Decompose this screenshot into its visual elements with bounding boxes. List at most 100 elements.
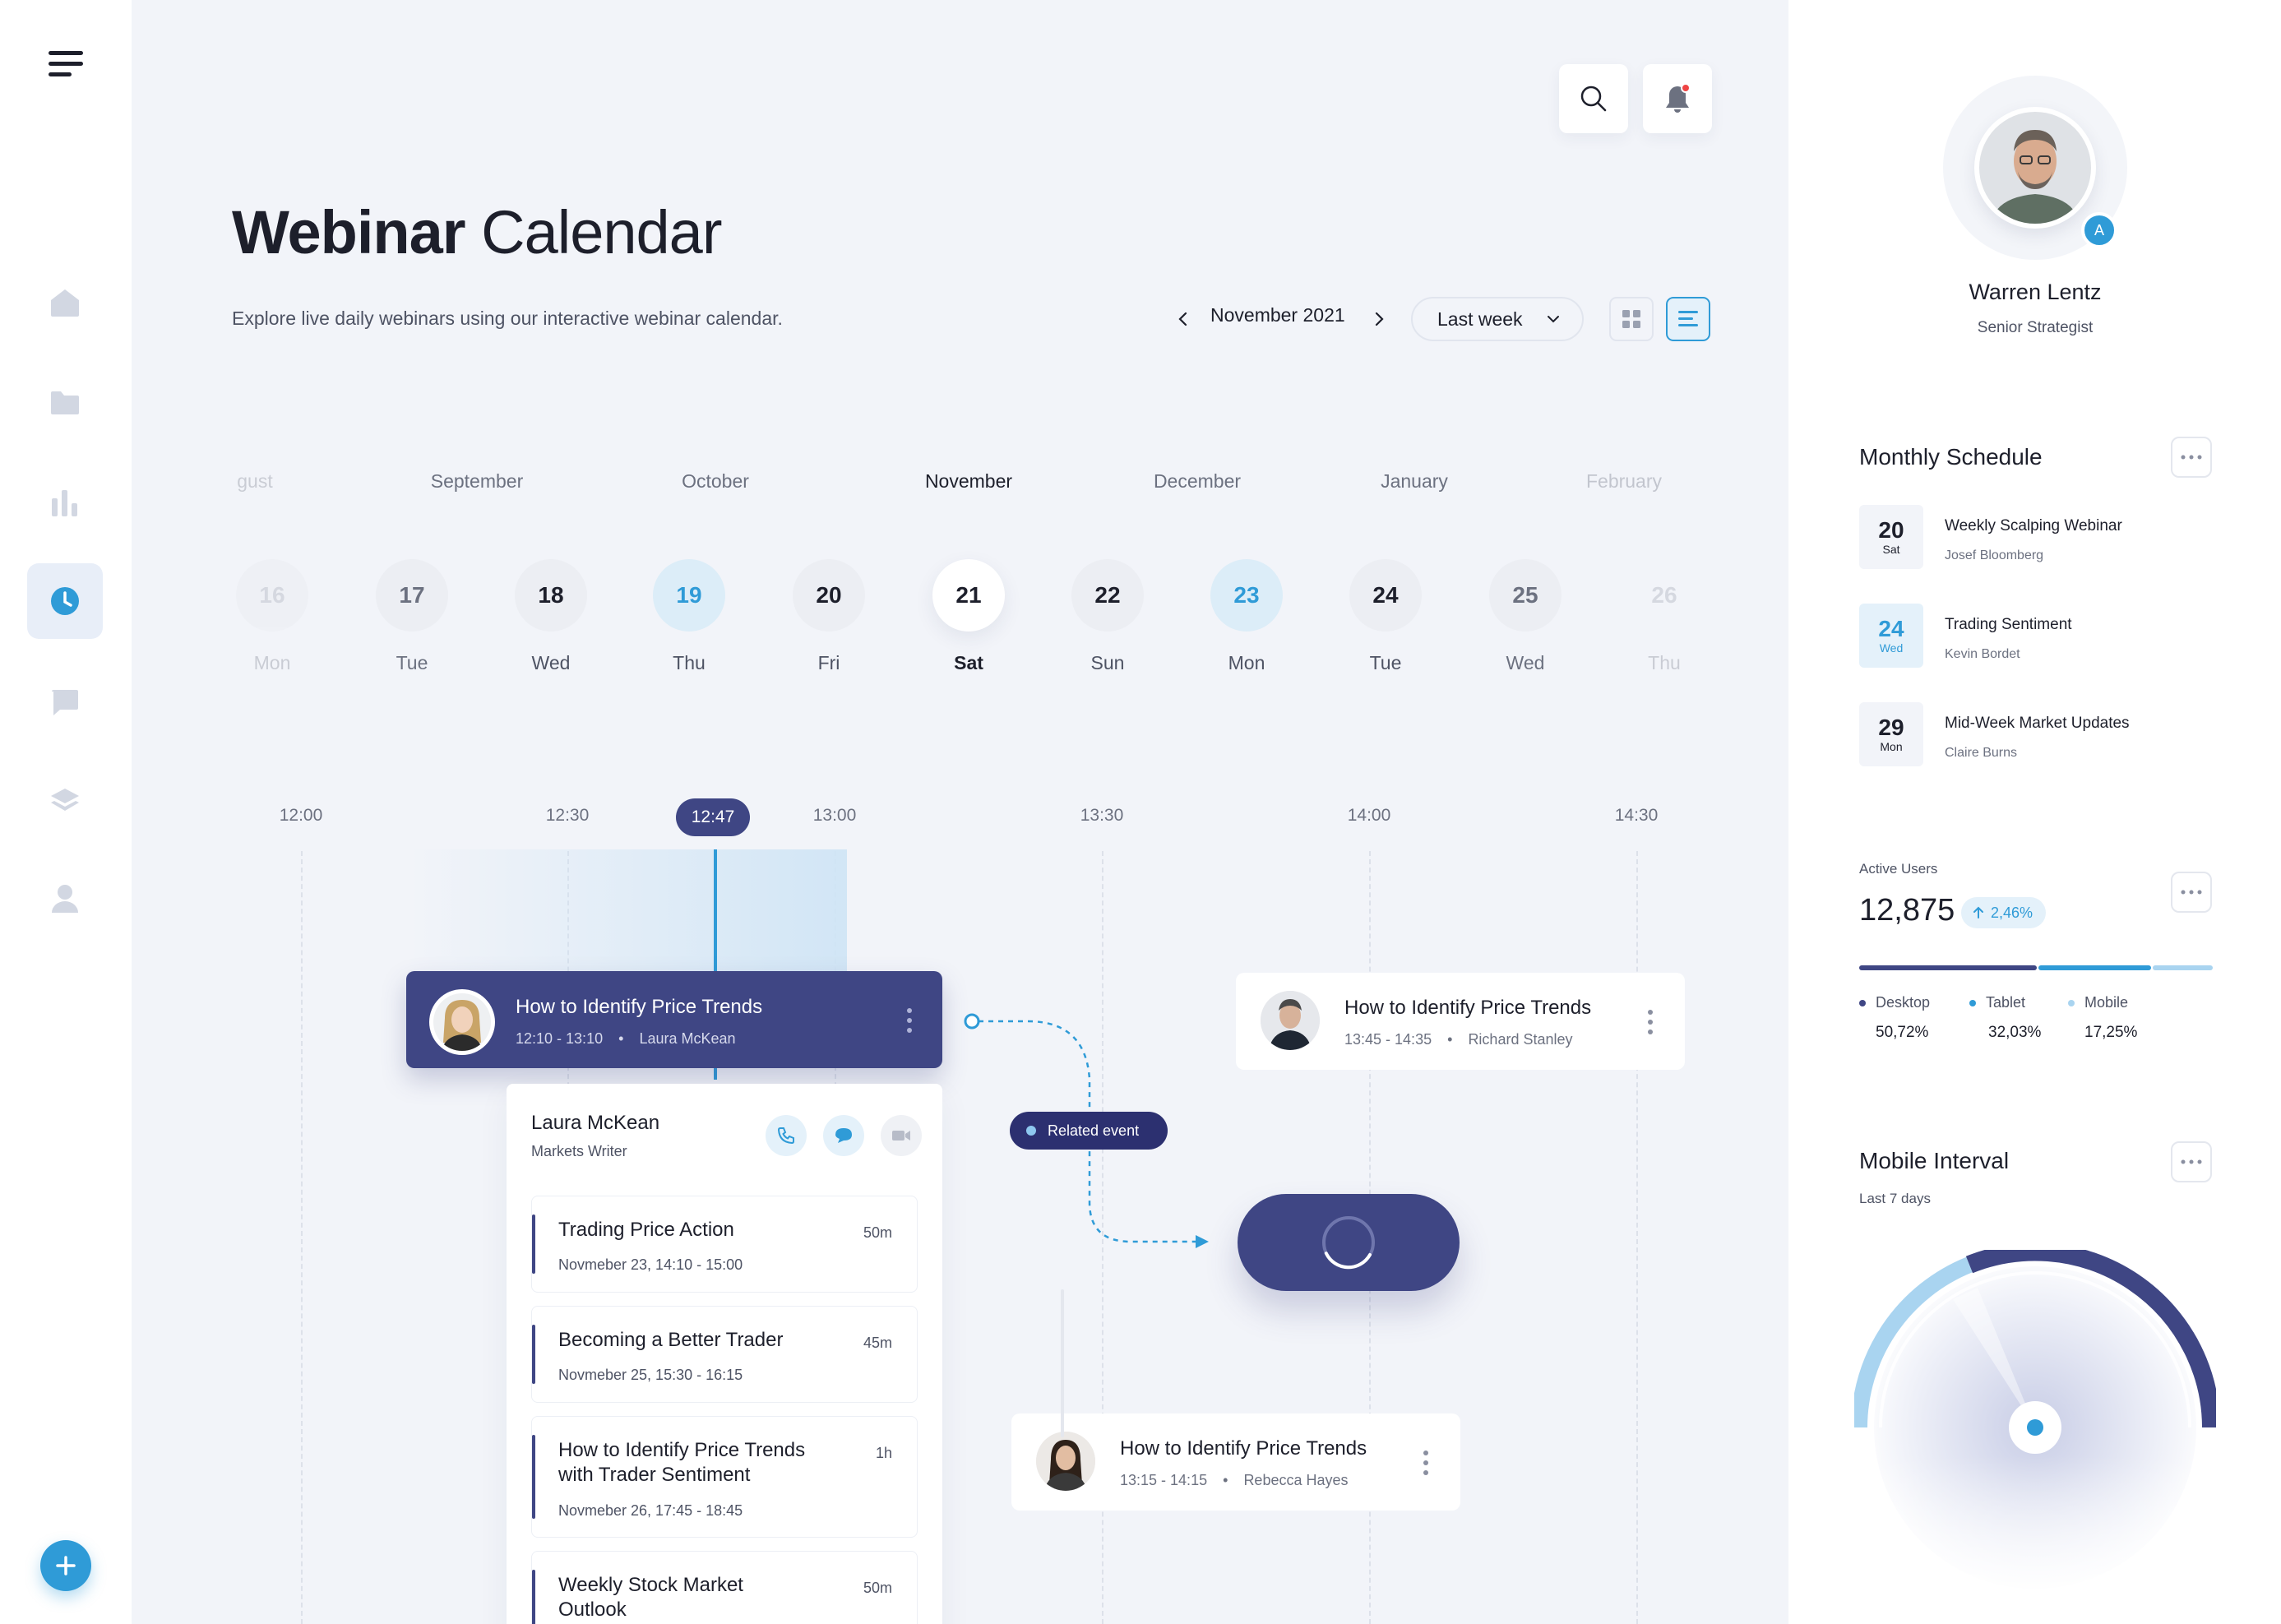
grid-view-button[interactable] <box>1609 297 1654 341</box>
list-item[interactable]: How to Identify Price Trends with Trader… <box>531 1416 918 1538</box>
accent-bar <box>532 1215 535 1274</box>
day-button[interactable]: 25 <box>1489 559 1562 632</box>
list-view-button[interactable] <box>1666 297 1710 341</box>
nav-home[interactable] <box>27 265 103 340</box>
day-button[interactable]: 16 <box>236 559 308 632</box>
more-options-button[interactable] <box>2171 872 2212 913</box>
month-label[interactable]: January <box>1381 470 1448 493</box>
next-month-button[interactable] <box>1367 307 1391 331</box>
event-card-active[interactable]: How to Identify Price Trends 12:10 - 13:… <box>406 971 942 1068</box>
day-button[interactable]: 26 <box>1628 559 1700 632</box>
call-button[interactable] <box>766 1115 807 1156</box>
event-card[interactable]: How to Identify Price Trends 13:45 - 14:… <box>1236 973 1685 1070</box>
list-item[interactable]: Weekly Stock Market Outlook 50m <box>531 1551 918 1624</box>
nav-folder[interactable] <box>27 365 103 441</box>
current-time-badge: 12:47 <box>676 798 750 836</box>
separator-dot: • <box>1447 1031 1453 1048</box>
schedule-day: 24 <box>1878 616 1904 641</box>
event-card[interactable]: How to Identify Price Trends 13:15 - 14:… <box>1011 1413 1460 1511</box>
weekday-label: Sun <box>1090 652 1125 673</box>
prev-month-button[interactable] <box>1171 307 1196 331</box>
search-button[interactable] <box>1559 64 1628 133</box>
day-button[interactable]: 17 <box>376 559 448 632</box>
clock-icon <box>51 587 79 615</box>
more-icon <box>2181 455 2202 460</box>
day-number: 21 <box>955 582 982 608</box>
item-title: Trading Price Action <box>558 1219 734 1241</box>
layers-icon <box>51 789 79 811</box>
day-button[interactable]: 24 <box>1349 559 1422 632</box>
event-title: How to Identify Price Trends <box>1120 1437 1367 1460</box>
active-users-label: Active Users <box>1859 861 1938 877</box>
legend-value: 32,03% <box>1988 1024 2042 1041</box>
legend-value: 50,72% <box>1876 1024 1929 1041</box>
weekday-label: Thu <box>1648 652 1681 673</box>
bar-chart-icon <box>52 490 77 516</box>
day-button[interactable]: 19 <box>653 559 725 632</box>
day-button[interactable]: 22 <box>1071 559 1144 632</box>
weekday-label-selected: Sat <box>954 652 983 673</box>
schedule-title[interactable]: Mid-Week Market Updates <box>1945 715 2130 733</box>
day-number: 24 <box>1372 582 1399 608</box>
separator-dot: • <box>1223 1472 1228 1488</box>
related-event-badge[interactable]: Related event <box>1010 1112 1168 1150</box>
more-options-icon[interactable] <box>906 1007 913 1034</box>
more-options-button[interactable] <box>2171 1141 2212 1182</box>
month-label[interactable]: gust <box>237 470 272 493</box>
scrollbar[interactable] <box>1061 1289 1064 1437</box>
month-label[interactable]: September <box>431 470 524 493</box>
nav-courses[interactable] <box>27 762 103 838</box>
day-button[interactable]: 18 <box>515 559 587 632</box>
loading-button[interactable] <box>1238 1194 1460 1291</box>
weekday-label: Tue <box>396 652 428 673</box>
avatar <box>429 989 495 1055</box>
month-label[interactable]: December <box>1154 470 1241 493</box>
month-label-current[interactable]: November <box>925 470 1012 493</box>
day-button[interactable]: 20 <box>793 559 865 632</box>
message-button[interactable] <box>823 1115 864 1156</box>
chevron-left-icon <box>1178 312 1187 326</box>
day-number: 19 <box>676 582 702 608</box>
folder-icon <box>51 391 79 414</box>
notifications-button[interactable] <box>1643 64 1712 133</box>
schedule-weekday: Sat <box>1882 543 1900 556</box>
nav-chat[interactable] <box>27 664 103 740</box>
day-button[interactable]: 23 <box>1210 559 1283 632</box>
more-icon <box>2181 1159 2202 1164</box>
range-select[interactable]: Last week <box>1411 297 1584 341</box>
more-options-icon[interactable] <box>1423 1450 1429 1476</box>
day-button-selected[interactable]: 21 <box>932 559 1005 632</box>
schedule-title[interactable]: Trading Sentiment <box>1945 616 2072 634</box>
event-title: How to Identify Price Trends <box>1344 997 1592 1019</box>
profile-badge: A <box>2081 212 2117 248</box>
add-button[interactable] <box>40 1540 91 1591</box>
more-options-icon[interactable] <box>1647 1009 1654 1035</box>
bell-icon <box>1666 83 1691 113</box>
avatar <box>1036 1432 1095 1491</box>
separator-dot: • <box>618 1030 624 1047</box>
profile-avatar[interactable] <box>1974 107 2096 229</box>
share-segment-tablet <box>2038 965 2151 970</box>
schedule-title[interactable]: Weekly Scalping Webinar <box>1945 517 2122 535</box>
item-title: Becoming a Better Trader <box>558 1329 784 1351</box>
chevron-down-icon <box>1548 316 1559 323</box>
weekday-label: Mon <box>253 652 291 673</box>
list-item[interactable]: Trading Price Action Novmeber 23, 14:10 … <box>531 1196 918 1293</box>
month-label[interactable]: February <box>1586 470 1662 493</box>
month-label[interactable]: October <box>682 470 749 493</box>
arrow-up-icon <box>1973 906 1983 918</box>
nav-analytics[interactable] <box>27 465 103 540</box>
weekday-label: Wed <box>531 652 571 673</box>
weekday-label: Thu <box>673 652 706 673</box>
accent-bar <box>532 1325 535 1384</box>
weekday-label: Mon <box>1228 652 1265 673</box>
event-time: 13:45 - 14:35 • Richard Stanley <box>1344 1031 1573 1048</box>
menu-icon[interactable] <box>41 43 90 86</box>
timeline-gridline <box>1636 851 1638 1624</box>
weekday-label: Fri <box>817 652 840 673</box>
video-call-button[interactable] <box>881 1115 922 1156</box>
nav-profile[interactable] <box>27 861 103 937</box>
list-item[interactable]: Becoming a Better Trader Novmeber 25, 15… <box>531 1306 918 1403</box>
more-options-button[interactable] <box>2171 437 2212 478</box>
nav-calendar[interactable] <box>27 563 103 639</box>
